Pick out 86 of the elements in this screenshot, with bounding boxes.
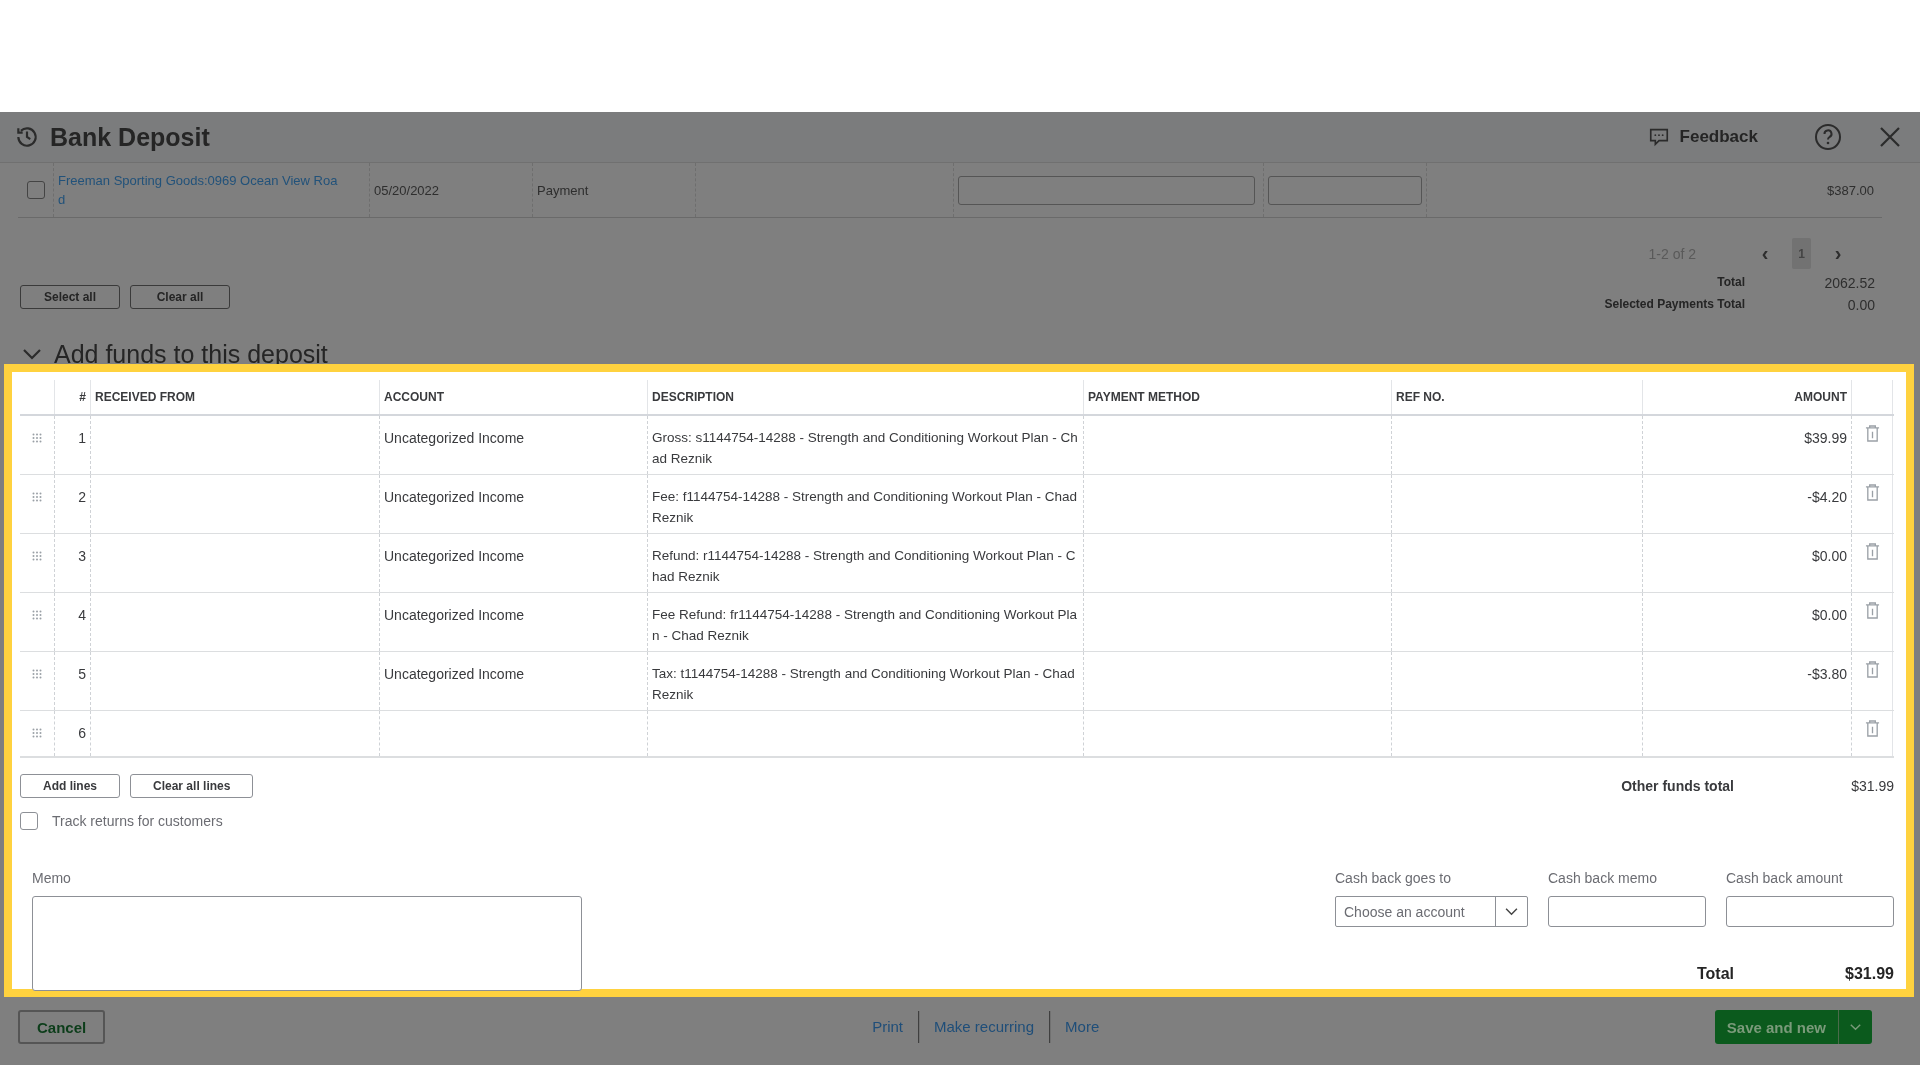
table-cell: -$4.20 (1807, 489, 1847, 505)
footer-link[interactable]: More (1050, 1011, 1115, 1043)
column-header: ACCOUNT (384, 390, 444, 404)
total-value: $31.99 (1844, 965, 1894, 983)
footer-link[interactable]: Print (857, 1011, 919, 1043)
close-icon[interactable] (1878, 125, 1902, 149)
customer-link[interactable]: Freeman Sporting Goods:0969 Ocean View Road (58, 171, 343, 209)
help-icon[interactable] (1814, 123, 1842, 151)
total-label: Total (1696, 965, 1734, 983)
field-label: Cash back memo (1548, 870, 1658, 886)
table-cell-text: Tax: t1144754-14288 - Strength and Conditioning Workout Plan - Chad Reznik (652, 665, 1076, 704)
trash-icon[interactable] (1864, 424, 1880, 443)
section-title: Add funds to this deposit (54, 344, 328, 364)
trash-icon[interactable] (1864, 542, 1880, 561)
chevron-down-icon (1505, 907, 1518, 916)
table-cell: Uncategorized Income (384, 548, 525, 564)
chevron-down-icon (1850, 1023, 1861, 1031)
table-cell: Uncategorized Income (384, 666, 525, 682)
input-field[interactable] (958, 175, 1255, 205)
table-cell-text: Gross: s1144754-14288 - Strength and Conditioning Workout Plan - Chad Reznik (652, 429, 1079, 468)
field-label: Memo (32, 870, 72, 886)
previous-page-button[interactable]: ‹ (1738, 242, 1792, 265)
checkbox-label: Track returns for customers (52, 813, 223, 829)
column-header: # (79, 390, 86, 404)
date-text: 05/20/2022 (374, 182, 440, 198)
speech-bubble-icon (1647, 126, 1670, 148)
type-text: Payment (537, 182, 589, 198)
input-field[interactable] (1548, 896, 1706, 927)
line-button[interactable]: Add lines (20, 774, 120, 798)
trash-icon[interactable] (1864, 719, 1880, 738)
feedback-button[interactable]: Feedback (1641, 125, 1764, 149)
line-number: 3 (78, 548, 86, 564)
trash-icon[interactable] (1864, 660, 1880, 679)
other-funds-value: $31.99 (1850, 778, 1894, 794)
amount-text: $387.00 (1827, 182, 1874, 198)
drag-handle-icon[interactable] (32, 492, 42, 502)
footer-link[interactable]: Make recurring (919, 1011, 1051, 1043)
select-button[interactable]: Clear all (130, 285, 230, 309)
field-label: Cash back amount (1726, 870, 1844, 886)
account-dropdown[interactable]: Choose an account (1335, 896, 1528, 927)
drag-handle-icon[interactable] (32, 728, 42, 738)
column-header: DESCRIPTION (652, 390, 734, 404)
table-cell: $0.00 (1811, 607, 1847, 623)
table-cell: Uncategorized Income (384, 489, 525, 505)
drag-handle-icon[interactable] (32, 669, 42, 679)
table-cell-text: Fee: f1144754-14288 - Strength and Conditioning Workout Plan - Chad Reznik (652, 488, 1079, 527)
column-header: AMOUNT (1794, 390, 1847, 404)
selected-total-value: 0.00 (1846, 297, 1875, 313)
table-cell-text: Refund: r1144754-14288 - Strength and Conditioning Workout Plan - Chad Reznik (652, 547, 1077, 586)
checkbox[interactable] (26, 181, 45, 199)
table-cell: Uncategorized Income (384, 430, 525, 446)
line-number: 6 (78, 725, 86, 741)
input-field[interactable] (1726, 896, 1894, 927)
drag-handle-icon[interactable] (32, 610, 42, 620)
save-button[interactable]: Save and new (1714, 1010, 1838, 1044)
window-title: Bank Deposit (50, 122, 210, 152)
select-button[interactable]: Select all (20, 285, 120, 309)
line-number: 5 (78, 666, 86, 682)
total-value: 2062.52 (1823, 275, 1875, 291)
trash-icon[interactable] (1864, 483, 1880, 502)
selected-total-label: Selected Payments Total (1604, 297, 1745, 313)
cancel-button[interactable]: Cancel (18, 1010, 106, 1044)
column-header: RECEIVED FROM (95, 390, 195, 404)
history-icon (14, 124, 40, 150)
table-cell: Uncategorized Income (384, 607, 525, 623)
checkbox[interactable] (20, 812, 38, 830)
column-header: REF NO. (1396, 390, 1445, 404)
total-label: Total (1717, 275, 1745, 291)
next-page-button[interactable]: › (1811, 242, 1865, 265)
table-cell-text: Fee Refund: fr1144754-14288 - Strength and Conditioning Workout Plan - Chad Reznik (652, 606, 1079, 645)
save-options-button[interactable] (1838, 1010, 1872, 1044)
field-label: Cash back goes to (1335, 870, 1452, 886)
table-cell: -$3.80 (1807, 666, 1847, 682)
line-number: 1 (78, 430, 86, 446)
other-funds-label: Other funds total (1621, 778, 1734, 794)
table-cell: $39.99 (1804, 430, 1847, 446)
trash-icon[interactable] (1864, 601, 1880, 620)
table-cell: $0.00 (1811, 548, 1847, 564)
input-field[interactable] (1268, 175, 1422, 205)
line-button[interactable]: Clear all lines (130, 774, 254, 798)
memo-field[interactable] (32, 896, 582, 991)
drag-handle-icon[interactable] (32, 551, 42, 561)
column-header: PAYMENT METHOD (1088, 390, 1200, 404)
line-number: 2 (78, 489, 86, 505)
line-number: 4 (78, 607, 86, 623)
drag-handle-icon[interactable] (32, 433, 42, 443)
